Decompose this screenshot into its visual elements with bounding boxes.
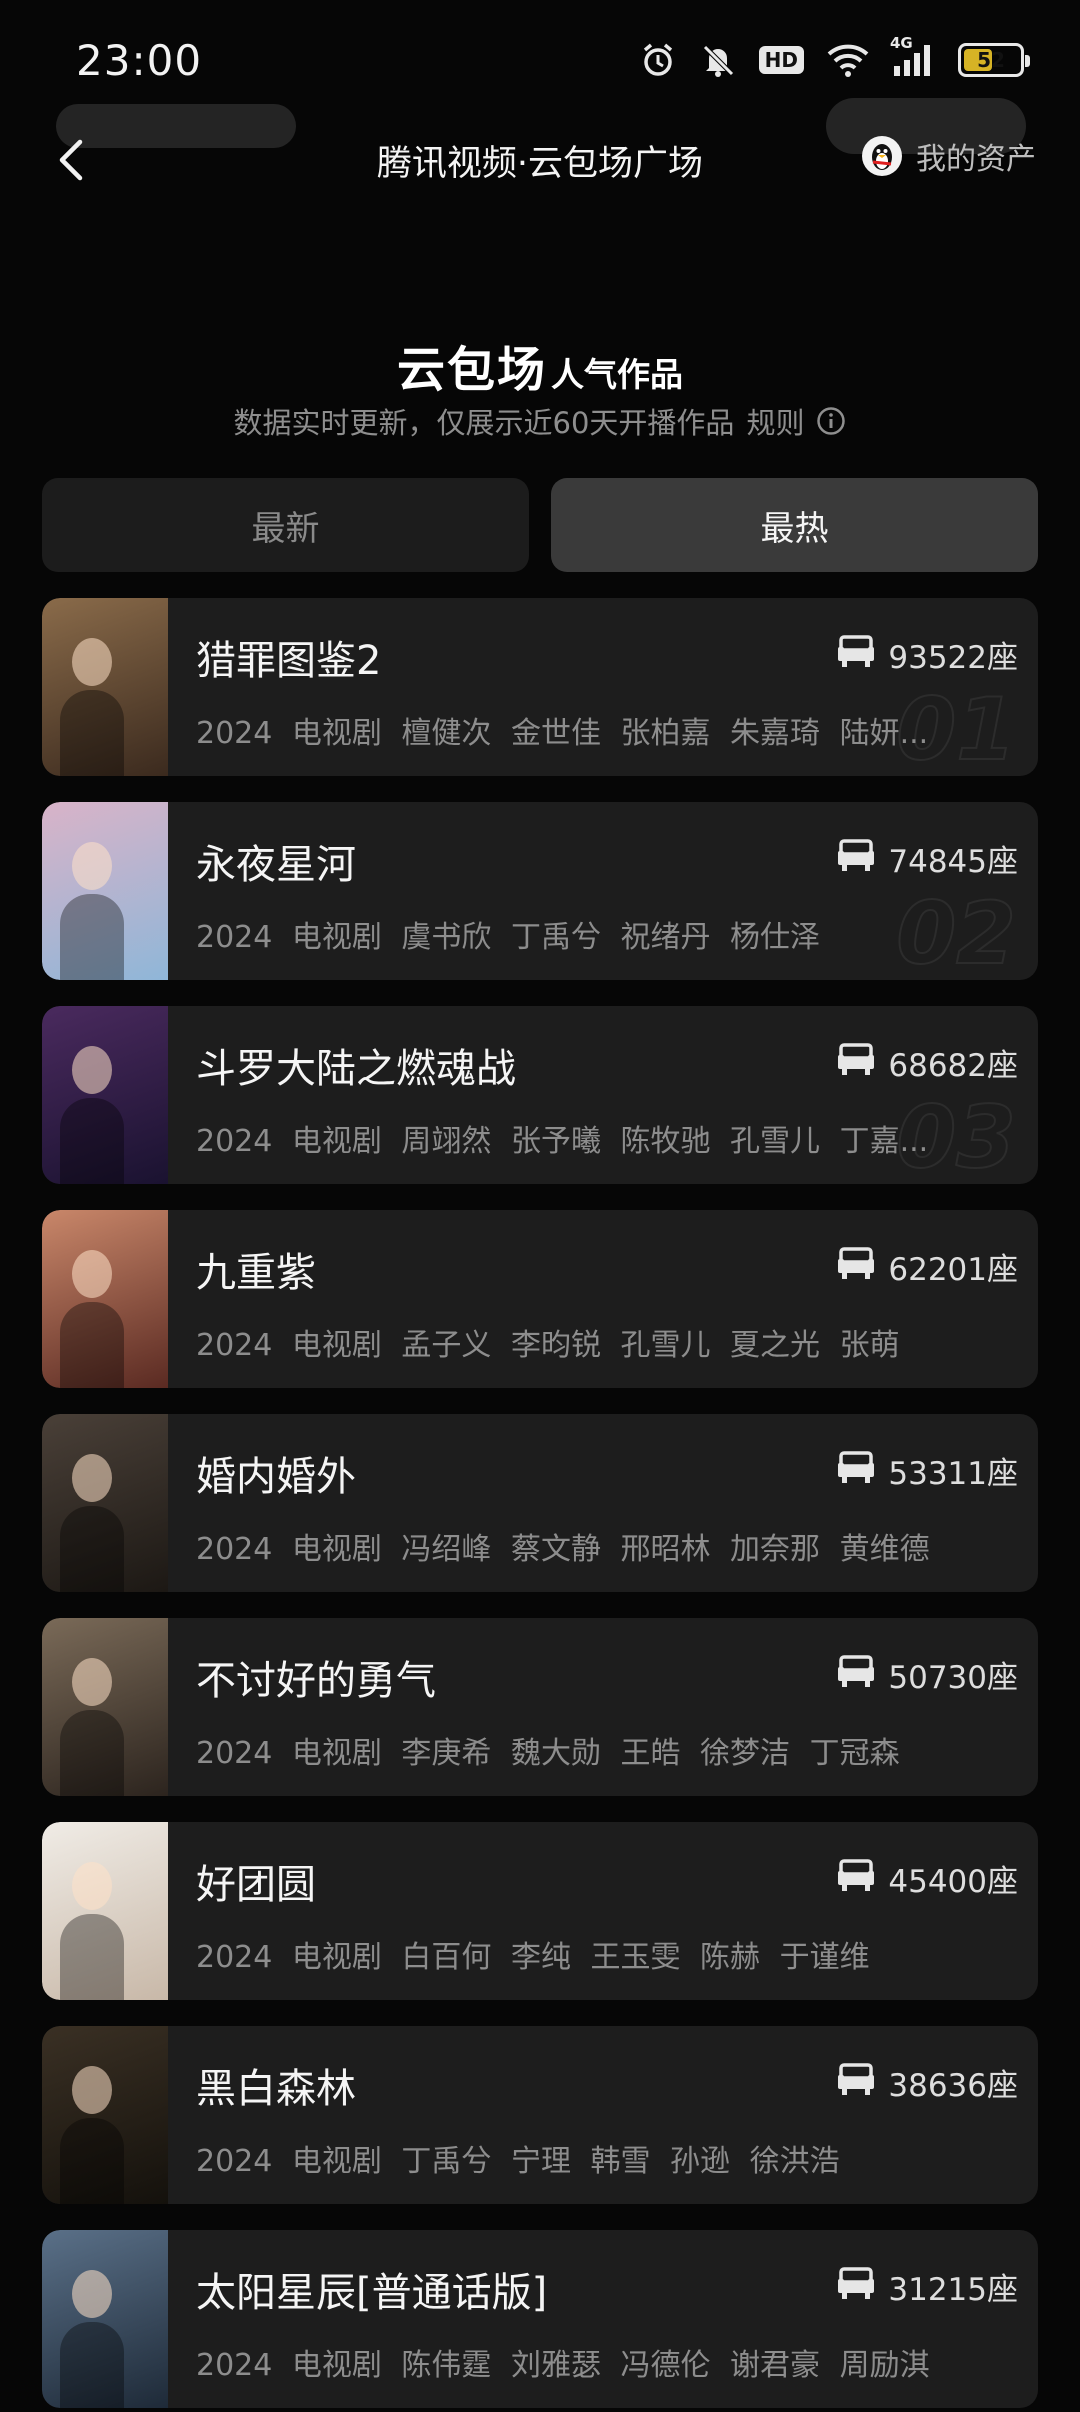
hero-title-sub: 人气作品: [551, 355, 683, 394]
row-title: 好团圆: [196, 1862, 316, 1908]
row-content: 02 永夜星河 74845座 2024 电视剧 虞书欣 丁禹兮 祝绪丹 杨仕泽: [168, 802, 1038, 980]
sofa-icon: [836, 1449, 876, 1493]
network-type-label: 4G: [890, 34, 913, 52]
ranking-row[interactable]: 婚内婚外 53311座 2024 电视剧 冯绍峰 蔡文静 邢昭林 加奈那 黄维德: [42, 1414, 1038, 1592]
row-meta: 2024 电视剧 檀健次 金世佳 张柏嘉 朱嘉琦 陆妍...: [196, 716, 929, 751]
seat-count: 93522座: [836, 632, 1018, 677]
hero-title: 云包场 人气作品: [0, 330, 1080, 400]
row-meta: 2024 电视剧 李庚希 魏大勋 王皓 徐梦洁 丁冠森: [196, 1736, 900, 1771]
row-meta: 2024 电视剧 陈伟霆 刘雅瑟 冯德伦 谢君豪 周励淇: [196, 2348, 930, 2383]
row-content: 01 猎罪图鉴2 93522座 2024 电视剧 檀健次 金世佳 张柏嘉 朱嘉琦 陆妍…: [168, 598, 1038, 776]
seat-count-text: 53311座: [888, 1456, 1018, 1492]
ranking-list: 01 猎罪图鉴2 93522座 2024 电视剧 檀健次 金世佳 张柏嘉 朱嘉琦 陆妍…: [42, 598, 1038, 2412]
sofa-icon: [836, 1653, 876, 1697]
seat-count-text: 31215座: [888, 2272, 1018, 2308]
row-meta: 2024 电视剧 周翊然 张予曦 陈牧驰 孔雪儿 丁嘉...: [196, 1124, 929, 1159]
info-icon[interactable]: [816, 406, 846, 436]
seat-count-text: 68682座: [888, 1048, 1018, 1084]
seat-count-text: 38636座: [888, 2068, 1018, 2104]
app-root: 23:00 HD 4G 52 腾讯视频·云包场广场 我的资产 云包场 人气作品 …: [0, 0, 1080, 2412]
sofa-icon: [836, 2265, 876, 2309]
ranking-row[interactable]: 太阳星辰[普通话版] 31215座 2024 电视剧 陈伟霆 刘雅瑟 冯德伦 谢君豪…: [42, 2230, 1038, 2408]
seat-count-text: 93522座: [888, 640, 1018, 676]
alarm-icon: [639, 41, 677, 79]
wifi-icon: [826, 42, 870, 78]
seat-count-text: 50730座: [888, 1660, 1018, 1696]
poster-image[interactable]: [42, 1822, 168, 2000]
status-time: 23:00: [76, 35, 203, 85]
seat-count: 31215座: [836, 2264, 1018, 2309]
row-meta: 2024 电视剧 白百何 李纯 王玉雯 陈赫 于谨维: [196, 1940, 870, 1975]
seat-count-text: 45400座: [888, 1864, 1018, 1900]
seat-count-text: 62201座: [888, 1252, 1018, 1288]
row-content: 好团圆 45400座 2024 电视剧 白百何 李纯 王玉雯 陈赫 于谨维: [168, 1822, 1038, 2000]
row-title: 不讨好的勇气: [196, 1658, 436, 1704]
seat-count: 45400座: [836, 1856, 1018, 1901]
battery-indicator: 52: [958, 43, 1030, 77]
seat-count: 62201座: [836, 1244, 1018, 1289]
row-meta: 2024 电视剧 丁禹兮 宁理 韩雪 孙逊 徐洪浩: [196, 2144, 840, 2179]
ranking-row[interactable]: 九重紫 62201座 2024 电视剧 孟子义 李昀锐 孔雪儿 夏之光 张萌: [42, 1210, 1038, 1388]
poster-image[interactable]: [42, 598, 168, 776]
rules-link[interactable]: 规则: [746, 400, 804, 442]
tab-hottest[interactable]: 最热: [551, 478, 1038, 572]
ranking-row[interactable]: 不讨好的勇气 50730座 2024 电视剧 李庚希 魏大勋 王皓 徐梦洁 丁冠森: [42, 1618, 1038, 1796]
row-title: 猎罪图鉴2: [196, 638, 382, 684]
sort-tabs: 最新 最热: [42, 478, 1038, 572]
row-title: 九重紫: [196, 1250, 316, 1296]
row-title: 太阳星辰[普通话版]: [196, 2270, 548, 2316]
mute-bell-icon: [699, 41, 737, 79]
hero-description: 数据实时更新，仅展示近60天开播作品 规则: [0, 400, 1080, 442]
sofa-icon: [836, 1041, 876, 1085]
battery-cap: [1025, 55, 1030, 67]
row-content: 婚内婚外 53311座 2024 电视剧 冯绍峰 蔡文静 邢昭林 加奈那 黄维德: [168, 1414, 1038, 1592]
seat-count: 68682座: [836, 1040, 1018, 1085]
ranking-row[interactable]: 黑白森林 38636座 2024 电视剧 丁禹兮 宁理 韩雪 孙逊 徐洪浩: [42, 2026, 1038, 2204]
row-meta: 2024 电视剧 孟子义 李昀锐 孔雪儿 夏之光 张萌: [196, 1328, 900, 1363]
signal-icon: 4G: [890, 34, 936, 78]
row-content: 九重紫 62201座 2024 电视剧 孟子义 李昀锐 孔雪儿 夏之光 张萌: [168, 1210, 1038, 1388]
ranking-row[interactable]: 02 永夜星河 74845座 2024 电视剧 虞书欣 丁禹兮 祝绪丹 杨仕泽: [42, 802, 1038, 980]
row-meta: 2024 电视剧 冯绍峰 蔡文静 邢昭林 加奈那 黄维德: [196, 1532, 930, 1567]
row-content: 黑白森林 38636座 2024 电视剧 丁禹兮 宁理 韩雪 孙逊 徐洪浩: [168, 2026, 1038, 2204]
seat-count: 50730座: [836, 1652, 1018, 1697]
row-title: 黑白森林: [196, 2066, 356, 2112]
poster-image[interactable]: [42, 2230, 168, 2408]
header: 腾讯视频·云包场广场 我的资产: [0, 120, 1080, 200]
my-assets-link[interactable]: 我的资产: [862, 134, 1036, 178]
sofa-icon: [836, 2061, 876, 2105]
poster-image[interactable]: [42, 1210, 168, 1388]
ranking-row[interactable]: 好团圆 45400座 2024 电视剧 白百何 李纯 王玉雯 陈赫 于谨维: [42, 1822, 1038, 2000]
my-assets-label: 我的资产: [916, 142, 1036, 177]
qq-penguin-icon: [862, 136, 902, 176]
seat-count: 53311座: [836, 1448, 1018, 1493]
ranking-row[interactable]: 03 斗罗大陆之燃魂战 68682座 2024 电视剧 周翊然 张予曦 陈牧驰 孔雪儿…: [42, 1006, 1038, 1184]
battery-level: 52: [977, 48, 1005, 72]
row-title: 永夜星河: [196, 842, 356, 888]
poster-image[interactable]: [42, 1618, 168, 1796]
row-meta: 2024 电视剧 虞书欣 丁禹兮 祝绪丹 杨仕泽: [196, 920, 821, 955]
sofa-icon: [836, 1857, 876, 1901]
row-title: 斗罗大陆之燃魂战: [196, 1046, 516, 1092]
sofa-icon: [836, 1245, 876, 1289]
sofa-icon: [836, 633, 876, 677]
status-icons: HD 4G 52: [639, 34, 1030, 79]
ranking-row[interactable]: 01 猎罪图鉴2 93522座 2024 电视剧 檀健次 金世佳 张柏嘉 朱嘉琦 陆妍…: [42, 598, 1038, 776]
sofa-icon: [836, 837, 876, 881]
tab-latest[interactable]: 最新: [42, 478, 529, 572]
poster-image[interactable]: [42, 2026, 168, 2204]
row-title: 婚内婚外: [196, 1454, 356, 1500]
row-content: 太阳星辰[普通话版] 31215座 2024 电视剧 陈伟霆 刘雅瑟 冯德伦 谢君豪…: [168, 2230, 1038, 2408]
seat-count-text: 74845座: [888, 844, 1018, 880]
poster-image[interactable]: [42, 1414, 168, 1592]
hero-description-text: 数据实时更新，仅展示近60天开播作品: [233, 406, 735, 440]
seat-count: 38636座: [836, 2060, 1018, 2105]
hd-badge: HD: [758, 46, 804, 74]
row-content: 03 斗罗大陆之燃魂战 68682座 2024 电视剧 周翊然 张予曦 陈牧驰 孔雪儿…: [168, 1006, 1038, 1184]
row-content: 不讨好的勇气 50730座 2024 电视剧 李庚希 魏大勋 王皓 徐梦洁 丁冠森: [168, 1618, 1038, 1796]
seat-count: 74845座: [836, 836, 1018, 881]
poster-image[interactable]: [42, 1006, 168, 1184]
poster-image[interactable]: [42, 802, 168, 980]
hero-title-main: 云包场: [396, 342, 547, 398]
